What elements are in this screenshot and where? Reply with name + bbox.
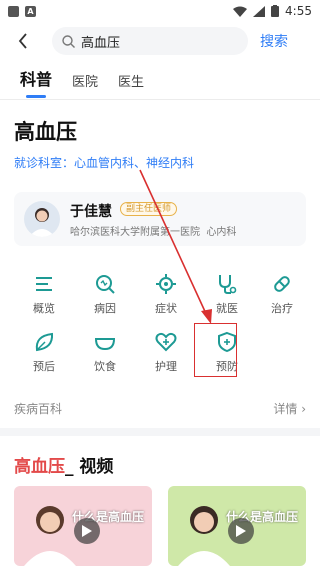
department-text: 就诊科室：心血管内科、神经内科 [14, 156, 195, 170]
doctor-card[interactable]: 于佳慧 副主任医师 哈尔滨医科大学附属第一医院 心内科 [14, 192, 306, 246]
search-box[interactable] [52, 27, 248, 55]
symptom-icon [154, 272, 178, 296]
play-icon[interactable] [228, 518, 254, 544]
play-icon[interactable] [74, 518, 100, 544]
grid-item-symptom[interactable]: 症状 [136, 272, 196, 316]
video-section-title: 高血压_ 视频 [14, 457, 114, 477]
doctor-avatar [24, 201, 60, 237]
pill-icon [270, 272, 294, 296]
section-separator [0, 428, 320, 436]
notification-icon [8, 5, 19, 17]
doctor-hospital: 哈尔滨医科大学附属第一医院 心内科 [70, 227, 237, 238]
leaf-icon [32, 330, 56, 354]
grid-item-overview[interactable]: 概览 [14, 272, 74, 316]
bowl-icon [93, 330, 117, 354]
video-card[interactable]: 什么是高血压 [168, 486, 306, 566]
grid-item-cause[interactable]: 病因 [75, 272, 135, 316]
detail-link[interactable]: 详情 › [273, 400, 306, 417]
back-button[interactable] [8, 26, 38, 56]
chevron-left-icon [18, 33, 27, 49]
signal-icon [253, 5, 266, 17]
tab-divider [0, 99, 320, 100]
doctor-title-badge: 副主任医师 [120, 202, 178, 216]
app-notification-icon: A [25, 5, 36, 17]
tab-bar: 科普 医院 医生 [0, 66, 320, 98]
tab-hospital[interactable]: 医院 [72, 71, 98, 98]
tab-doctor[interactable]: 医生 [118, 71, 144, 98]
stethoscope-icon [215, 272, 239, 296]
search-icon [62, 34, 75, 48]
battery-icon [271, 5, 280, 17]
encyclopedia-label: 疾病百科 [14, 402, 63, 416]
clock: 4:55 [285, 4, 312, 18]
tab-science[interactable]: 科普 [20, 66, 52, 98]
grid-item-therapy[interactable]: 治疗 [258, 272, 306, 316]
grid-item-prognosis[interactable]: 预后 [14, 330, 74, 374]
grid-item-treatment-visit[interactable]: 就医 [197, 272, 257, 316]
grid-item-nursing[interactable]: 护理 [136, 330, 196, 374]
heart-plus-icon [154, 330, 178, 354]
search-input[interactable] [81, 33, 231, 49]
grid-item-diet[interactable]: 饮食 [75, 330, 135, 374]
doctor-name: 于佳慧 [70, 204, 112, 220]
search-bar-row: 搜索 [0, 26, 320, 56]
annotation-highlight-box [194, 323, 237, 377]
wifi-icon [233, 6, 248, 17]
video-card[interactable]: 什么是高血压 [14, 486, 152, 566]
status-bar: A 4:55 [0, 0, 320, 22]
overview-icon [32, 272, 56, 296]
cause-icon [93, 272, 117, 296]
search-button[interactable]: 搜索 [260, 31, 288, 51]
disease-title: 高血压 [14, 120, 77, 144]
